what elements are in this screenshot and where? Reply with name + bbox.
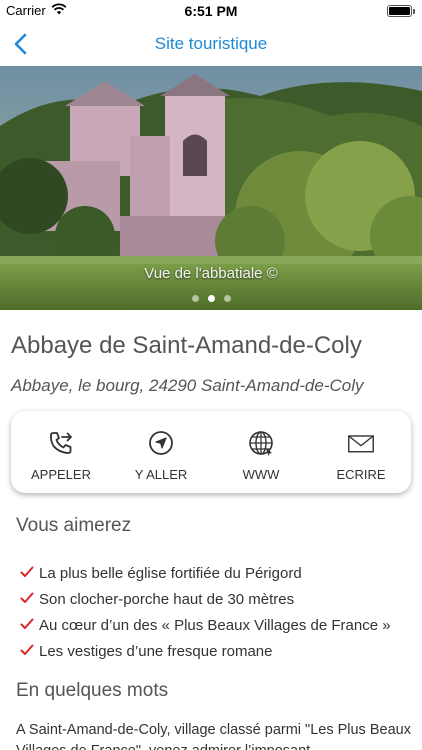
write-button[interactable]: ECRIRE [311,411,411,493]
write-label: ECRIRE [336,467,386,482]
list-item-label: Les vestiges d’une fresque romane [39,642,273,660]
status-time: 6:51 PM [184,3,238,19]
list-item: La plus belle église fortifiée du Périgo… [20,560,391,586]
summary-text: A Saint-Amand-de-Coly, village classé pa… [16,722,411,750]
checkmark-icon [20,643,39,660]
website-label: WWW [242,467,280,482]
place-address: Abbaye, le bourg, 24290 Saint-Amand-de-C… [11,376,364,395]
page-title: Site touristique [154,34,268,53]
directions-button[interactable]: Y ALLER [111,411,211,493]
page-indicator[interactable] [0,295,422,302]
checkmark-icon [20,591,39,608]
list-item: Son clocher-porche haut de 30 mètres [20,586,391,612]
page-dot[interactable] [191,295,199,302]
summary-heading: En quelques mots [16,680,169,701]
call-label: APPELER [31,467,91,482]
place-title: Abbaye de Saint-Amand-de-Coly [11,332,362,359]
likes-heading: Vous aimerez [16,515,132,536]
battery-icon [387,5,415,17]
photo-caption: Vue de l'abbatiale © [144,265,278,282]
checkmark-icon [20,565,39,582]
website-button[interactable]: WWW [211,411,311,493]
page-dot[interactable] [223,295,231,302]
hero-carousel[interactable]: Vue de l'abbatiale © [0,66,422,310]
likes-list: La plus belle église fortifiée du Périgo… [20,560,391,664]
nav-bar: Site touristique [0,24,422,64]
list-item: Au cœur d’un des « Plus Beaux Villages d… [20,612,391,638]
list-item: Les vestiges d’une fresque romane [20,638,391,664]
list-item-label: Son clocher-porche haut de 30 mètres [39,590,295,608]
envelope-icon [347,429,375,457]
actions-card: APPELER Y ALLER WWW ECRIRE [11,411,411,493]
page-dot-active[interactable] [207,295,215,302]
call-button[interactable]: APPELER [11,411,111,493]
list-item-label: La plus belle église fortifiée du Périgo… [39,564,302,582]
navigation-arrow-icon [147,429,175,457]
phone-forward-icon [47,429,75,457]
directions-label: Y ALLER [134,467,188,482]
list-item-label: Au cœur d’un des « Plus Beaux Villages d… [39,616,391,634]
globe-icon [247,429,275,457]
status-bar: Carrier 6:51 PM [0,0,422,24]
checkmark-icon [20,617,39,634]
